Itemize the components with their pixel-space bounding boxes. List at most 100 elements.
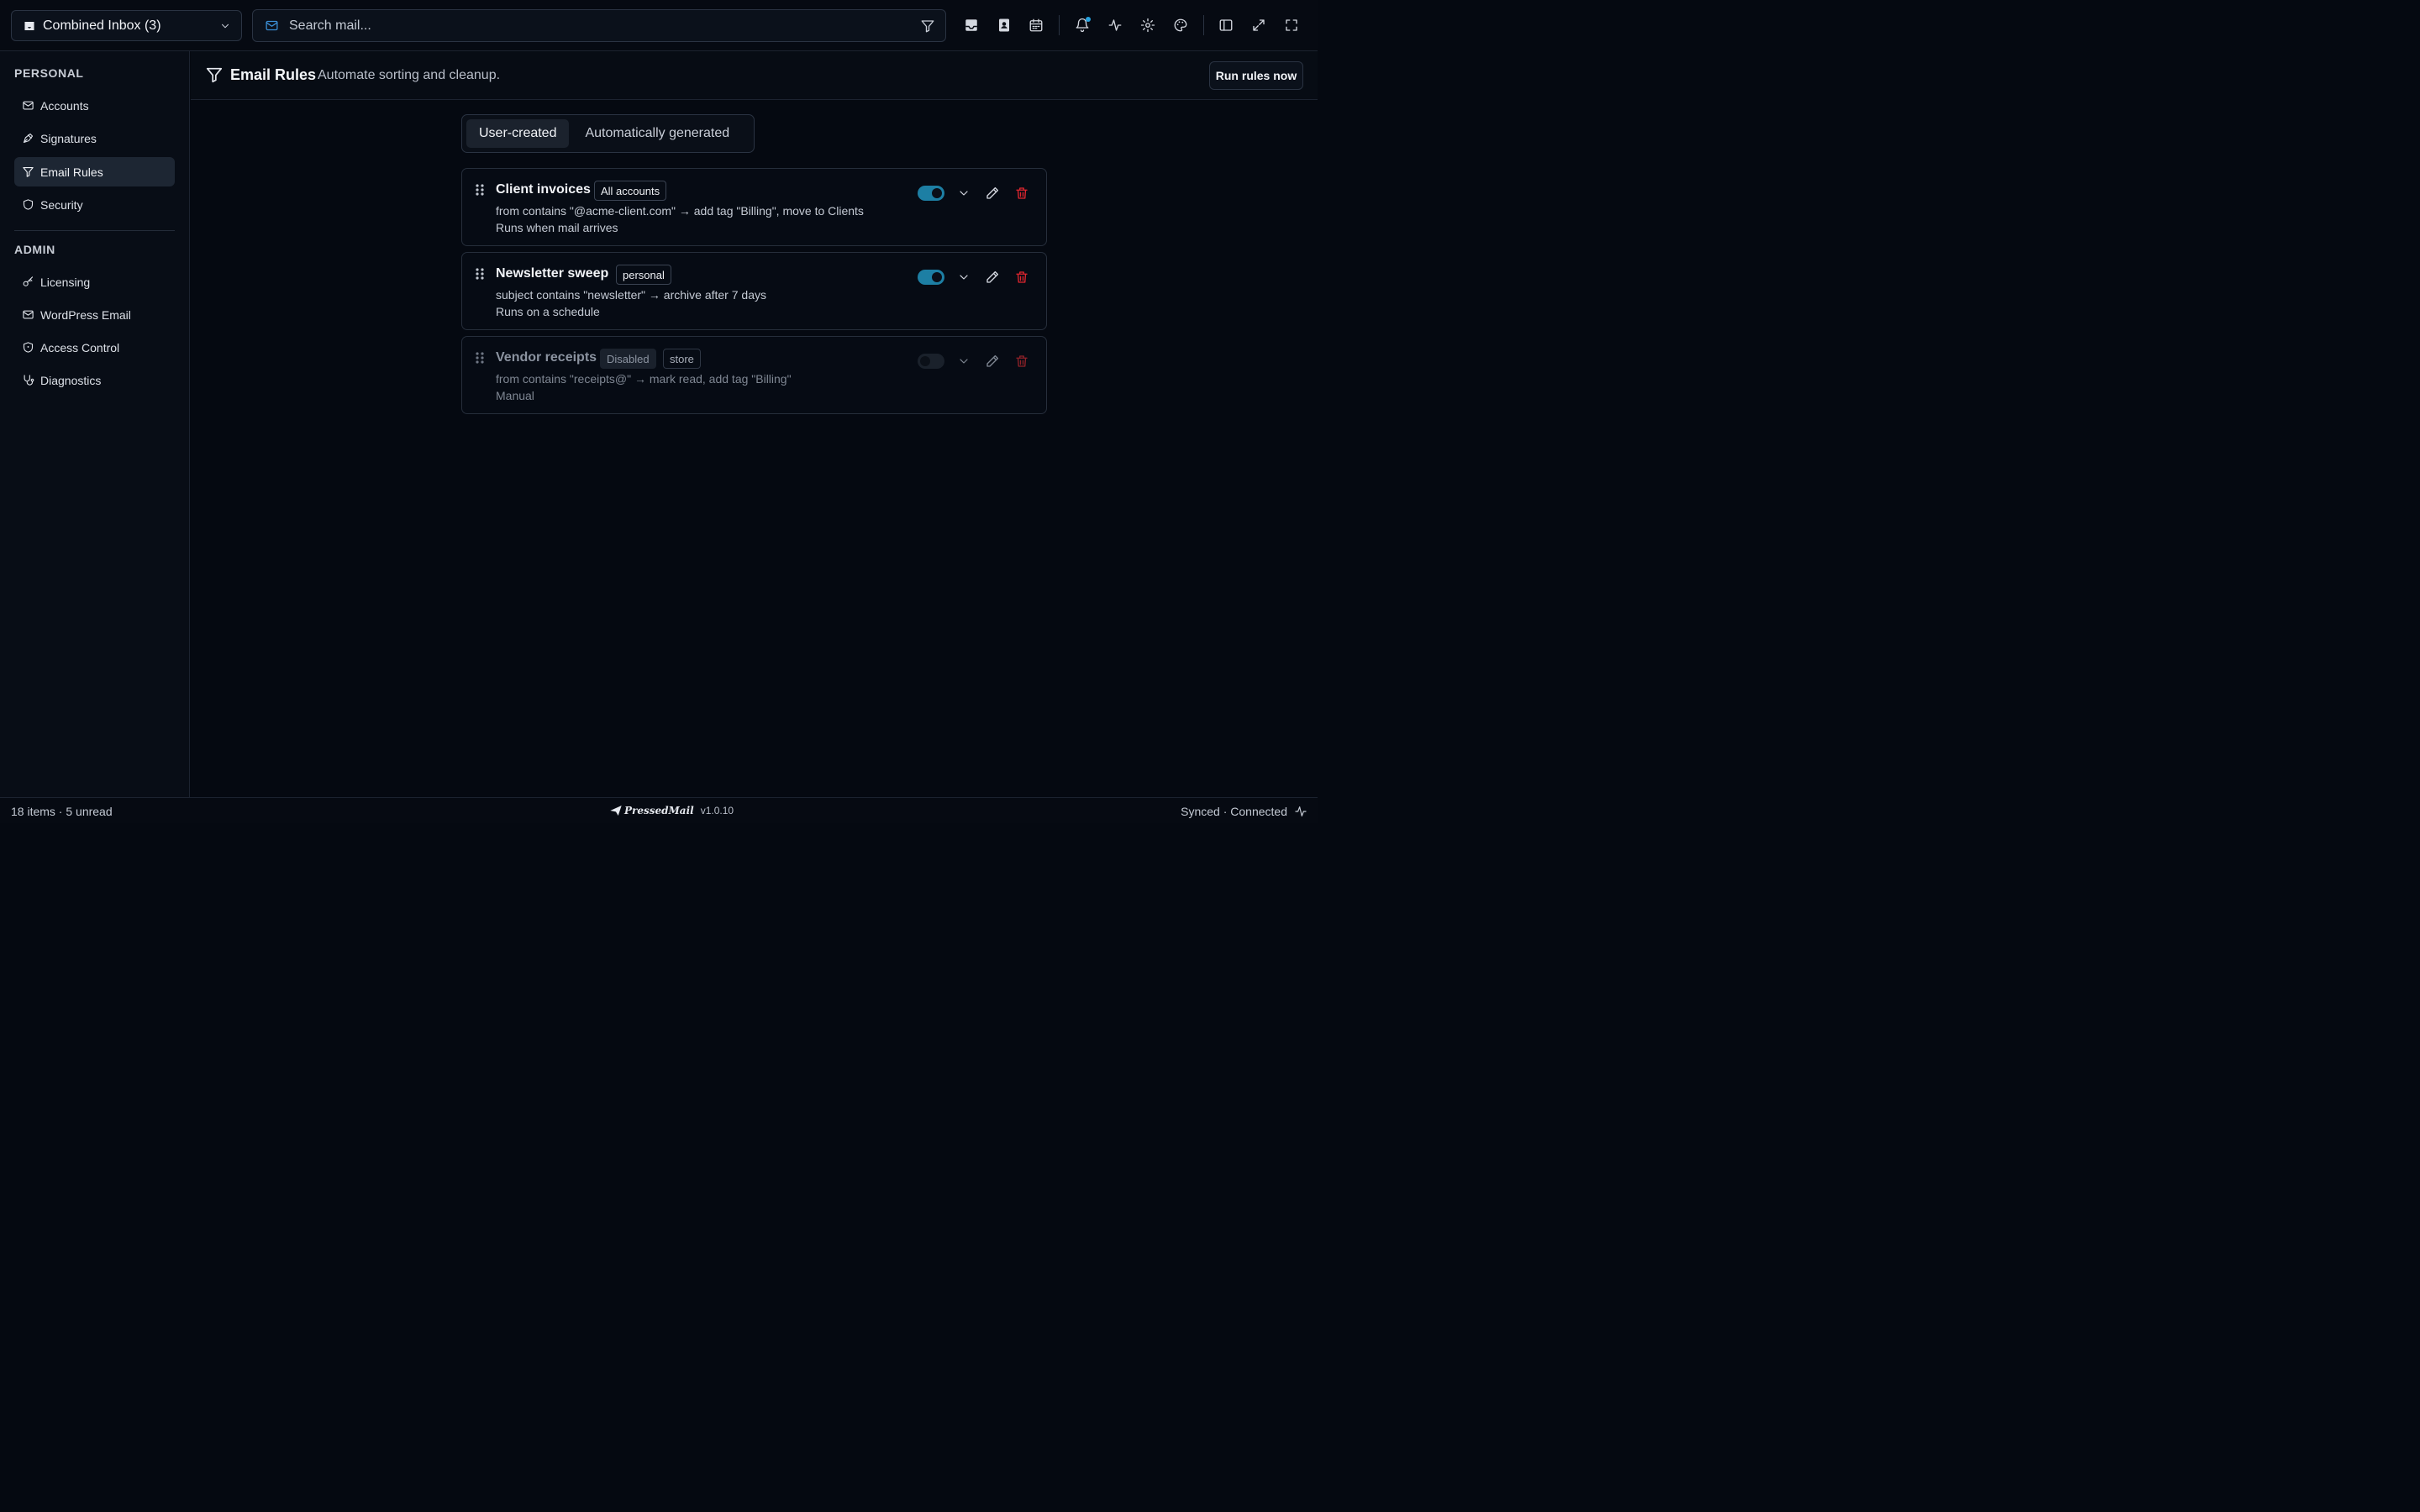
sidebar-section-personal: PERSONAL	[14, 66, 84, 80]
sidebar-divider	[14, 230, 175, 231]
shield-icon	[22, 341, 34, 354]
expand-button[interactable]	[1245, 12, 1272, 39]
toolbar-divider	[1203, 15, 1204, 35]
rule-description: from contains "@acme-client.com" → add t…	[496, 204, 864, 218]
rule-name: Client invoices	[496, 182, 591, 197]
settings-button[interactable]	[1134, 12, 1161, 39]
inbox-view-button[interactable]	[958, 12, 985, 39]
sidebar-item-licensing[interactable]: Licensing	[14, 267, 175, 297]
status-bar: 18 items · 5 unread PressedMail v1.0.10 …	[0, 797, 1318, 823]
delete-rule-button[interactable]	[1012, 183, 1032, 203]
sidebar-item-security[interactable]: Security	[14, 190, 175, 219]
sidebar-item-signatures[interactable]: Signatures	[14, 123, 175, 153]
contacts-button[interactable]	[991, 12, 1018, 39]
drag-handle-icon[interactable]	[474, 351, 486, 365]
inbox-icon	[24, 20, 35, 32]
rule-enabled-toggle[interactable]	[918, 270, 944, 285]
edit-rule-button[interactable]	[982, 267, 1002, 287]
run-rules-button[interactable]: Run rules now	[1209, 61, 1303, 90]
sidebar-item-label: WordPress Email	[40, 307, 131, 322]
sidebar: PERSONAL Accounts Signatures Email Rules…	[0, 51, 190, 797]
filter-icon[interactable]	[920, 18, 935, 34]
drag-handle-icon[interactable]	[474, 267, 486, 281]
sidebar-item-label: Diagnostics	[40, 373, 102, 387]
search-bar	[252, 9, 946, 42]
app-version: v1.0.10	[700, 805, 734, 816]
expand-rule-button[interactable]	[954, 267, 974, 287]
delete-rule-button[interactable]	[1012, 351, 1032, 371]
notifications-button[interactable]	[1069, 12, 1096, 39]
brand-logo: PressedMail	[624, 805, 694, 816]
edit-rule-button[interactable]	[982, 183, 1002, 203]
sidebar-section-admin: ADMIN	[14, 243, 55, 256]
chevron-down-icon	[219, 20, 231, 32]
sidebar-item-label: Signatures	[40, 131, 97, 145]
paper-plane-icon	[609, 804, 623, 817]
sidebar-toggle-button[interactable]	[1213, 12, 1239, 39]
rule-disabled-badge: Disabled	[600, 349, 656, 369]
toggle-knob	[932, 272, 942, 282]
sidebar-item-label: Email Rules	[40, 165, 103, 179]
delete-rule-button[interactable]	[1012, 267, 1032, 287]
toolbar-divider	[1059, 15, 1060, 35]
sidebar-item-access-control[interactable]: Access Control	[14, 333, 175, 362]
page-title: Email Rules	[230, 66, 317, 83]
sidebar-item-diagnostics[interactable]: Diagnostics	[14, 365, 175, 395]
edit-rule-button[interactable]	[982, 351, 1002, 371]
toggle-knob	[932, 188, 942, 198]
filter-icon	[22, 165, 34, 178]
sidebar-item-accounts[interactable]: Accounts	[14, 91, 175, 120]
mail-icon	[22, 99, 34, 112]
rule-description: subject contains "newsletter" → archive …	[496, 288, 766, 302]
key-icon	[22, 276, 34, 288]
fullscreen-button[interactable]	[1278, 12, 1305, 39]
sidebar-item-label: Security	[40, 197, 83, 212]
rule-trigger: Runs when mail arrives	[496, 221, 618, 234]
rule-card[interactable]: Client invoices All accounts from contai…	[461, 168, 1047, 246]
rule-enabled-toggle[interactable]	[918, 186, 944, 201]
rule-name: Vendor receipts	[496, 350, 597, 365]
expand-rule-button[interactable]	[954, 183, 974, 203]
pen-nib-icon	[22, 132, 34, 144]
top-bar: Combined Inbox (3)	[0, 0, 1318, 51]
tab-user-created[interactable]: User-created	[466, 119, 570, 148]
search-input[interactable]	[289, 18, 920, 34]
toggle-knob	[920, 356, 930, 366]
rule-card[interactable]: Newsletter sweep personal subject contai…	[461, 252, 1047, 330]
stethoscope-icon	[22, 374, 34, 386]
page-subtitle: Automate sorting and cleanup.	[318, 68, 501, 82]
sidebar-item-label: Licensing	[40, 275, 91, 289]
item-count: 18 items · 5 unread	[11, 805, 113, 818]
brand: PressedMail v1.0.10	[609, 804, 734, 817]
sidebar-item-label: Accounts	[40, 98, 89, 113]
rule-description: from contains "receipts@" → mark read, a…	[496, 372, 792, 386]
sidebar-item-label: Access Control	[40, 340, 120, 354]
drag-handle-icon[interactable]	[474, 183, 486, 197]
rule-trigger: Runs on a schedule	[496, 305, 600, 318]
inbox-selector-label: Combined Inbox (3)	[43, 18, 161, 33]
mail-icon	[265, 18, 279, 33]
shield-icon	[22, 198, 34, 211]
rule-scope-badge: store	[663, 349, 701, 369]
activity-button[interactable]	[1102, 12, 1128, 39]
sidebar-item-email-rules[interactable]: Email Rules	[14, 157, 175, 186]
rule-trigger: Manual	[496, 389, 534, 402]
activity-icon	[1294, 805, 1307, 818]
tab-automatically-generated[interactable]: Automatically generated	[572, 119, 742, 148]
mail-icon	[22, 308, 34, 321]
rule-name: Newsletter sweep	[496, 266, 609, 281]
calendar-button[interactable]	[1023, 12, 1050, 39]
rule-scope-badge: personal	[616, 265, 671, 285]
filter-icon	[205, 66, 224, 84]
rule-card[interactable]: Vendor receipts Disabled store from cont…	[461, 336, 1047, 414]
page-header: Email Rules Automate sorting and cleanup…	[191, 51, 1318, 100]
theme-button[interactable]	[1167, 12, 1194, 39]
expand-rule-button[interactable]	[954, 351, 974, 371]
sync-status: Synced · Connected	[1181, 805, 1287, 818]
sidebar-item-wordpress-email[interactable]: WordPress Email	[14, 300, 175, 329]
inbox-selector[interactable]: Combined Inbox (3)	[11, 10, 242, 41]
rules-tabs: User-created Automatically generated	[461, 114, 755, 153]
notification-dot	[1086, 17, 1091, 22]
rule-enabled-toggle[interactable]	[918, 354, 944, 369]
rule-scope-badge: All accounts	[594, 181, 667, 201]
